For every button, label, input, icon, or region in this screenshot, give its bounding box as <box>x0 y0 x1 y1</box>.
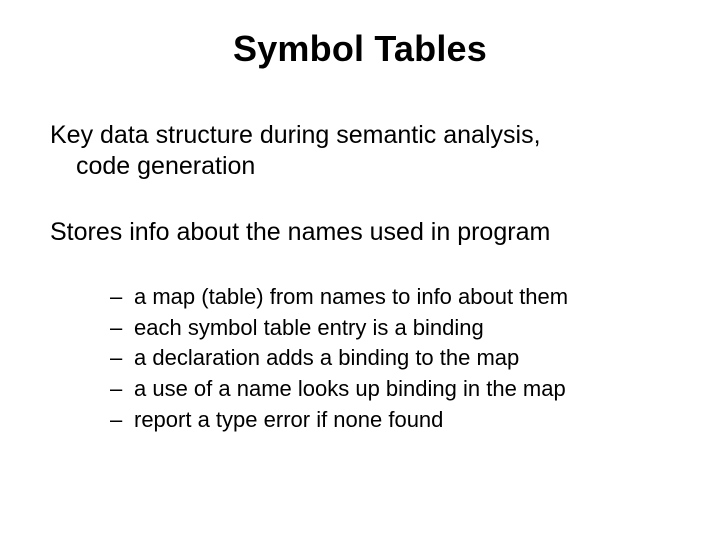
dash-icon: – <box>110 282 134 313</box>
dash-icon: – <box>110 374 134 405</box>
list-item-text: report a type error if none found <box>134 405 443 436</box>
paragraph-1-line-1: Key data structure during semantic analy… <box>50 120 670 151</box>
list-item: – each symbol table entry is a binding <box>110 313 670 344</box>
dash-icon: – <box>110 405 134 436</box>
paragraph-1-line-2: code generation <box>50 151 670 182</box>
dash-icon: – <box>110 343 134 374</box>
list-item-text: a map (table) from names to info about t… <box>134 282 568 313</box>
sub-bullet-list: – a map (table) from names to info about… <box>50 282 670 436</box>
list-item: – a use of a name looks up binding in th… <box>110 374 670 405</box>
slide: Symbol Tables Key data structure during … <box>0 0 720 540</box>
paragraph-2: Stores info about the names used in prog… <box>50 217 670 248</box>
list-item-text: a declaration adds a binding to the map <box>134 343 519 374</box>
slide-title: Symbol Tables <box>50 28 670 70</box>
dash-icon: – <box>110 313 134 344</box>
list-item-text: each symbol table entry is a binding <box>134 313 484 344</box>
paragraph-1: Key data structure during semantic analy… <box>50 120 670 183</box>
list-item-text: a use of a name looks up binding in the … <box>134 374 566 405</box>
list-item: – a declaration adds a binding to the ma… <box>110 343 670 374</box>
list-item: – report a type error if none found <box>110 405 670 436</box>
list-item: – a map (table) from names to info about… <box>110 282 670 313</box>
